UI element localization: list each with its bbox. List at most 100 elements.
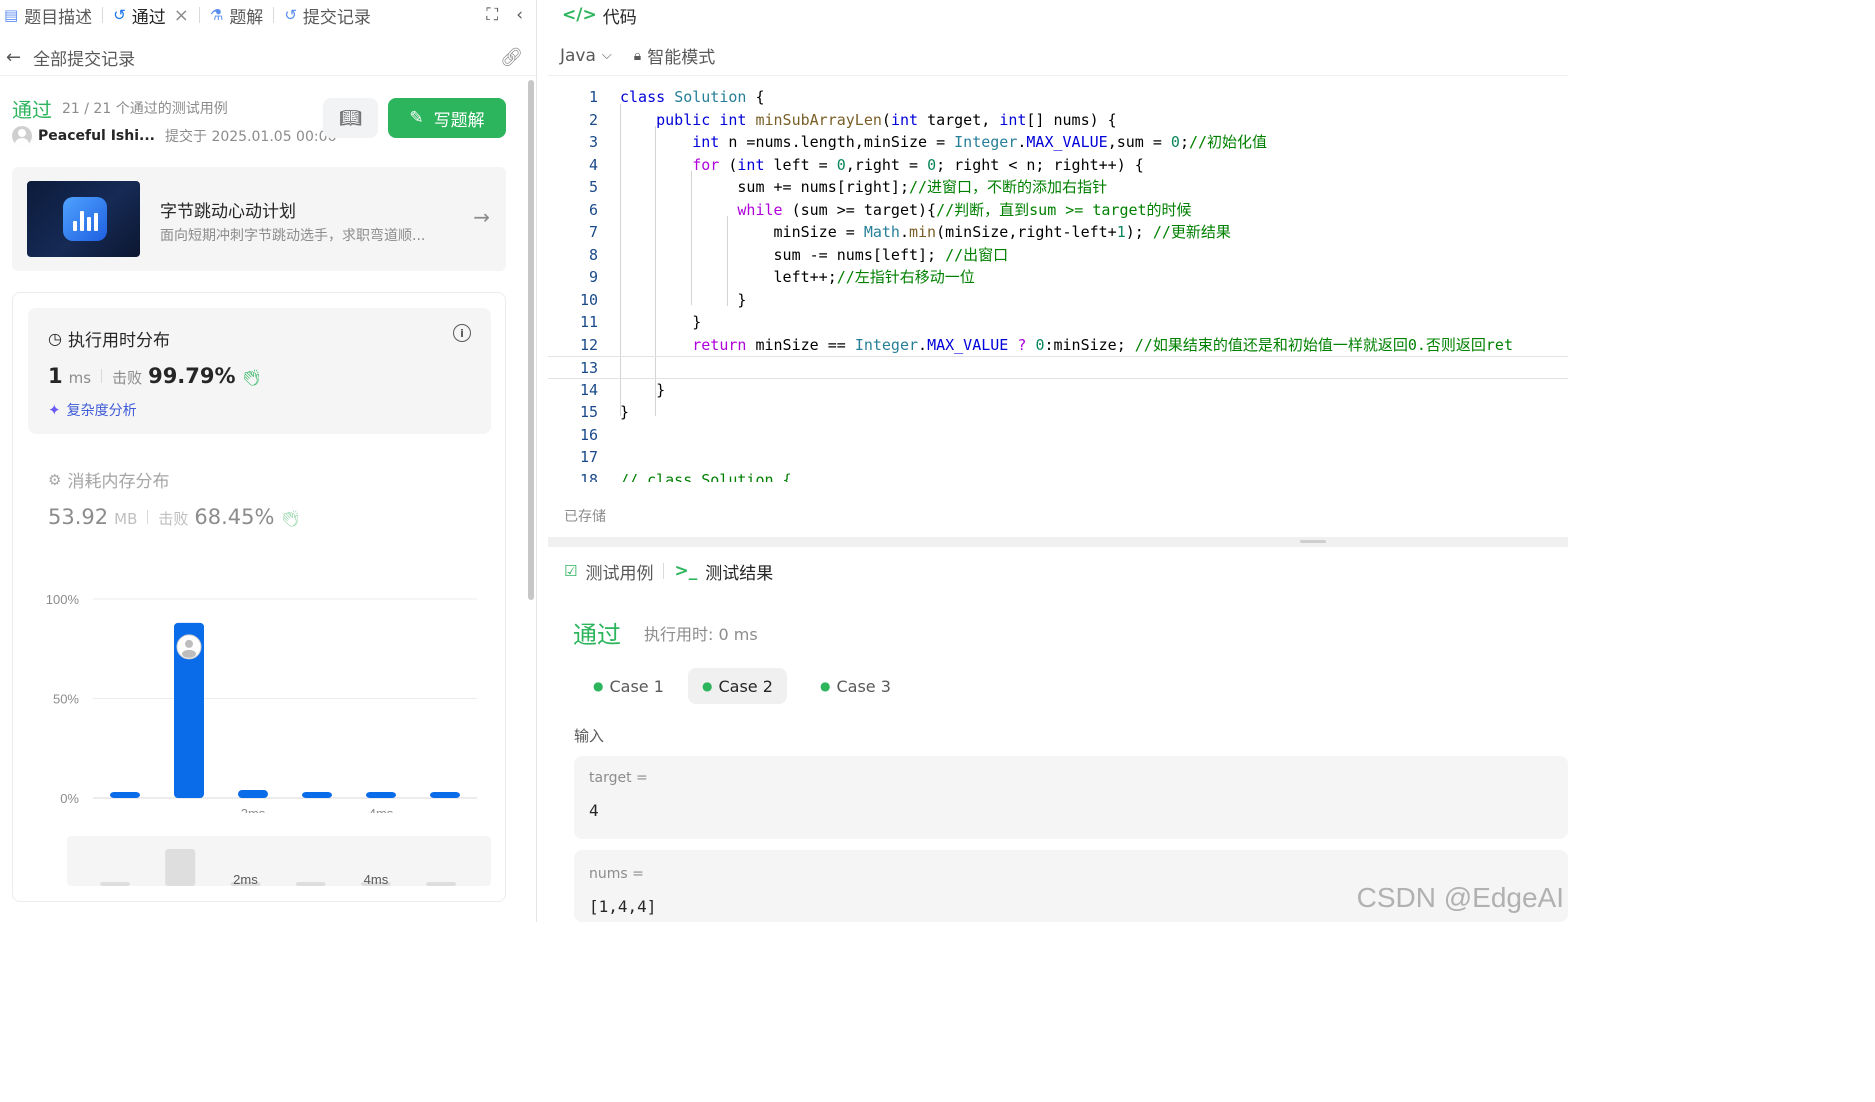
memory-beat-pct: 68.45% bbox=[194, 505, 275, 529]
expand-icon[interactable]: ⛶ bbox=[486, 5, 498, 25]
collapse-left-icon[interactable]: ‹ bbox=[516, 5, 523, 25]
runtime-distribution-chart[interactable]: 100% 50% 0% 2ms 4ms bbox=[35, 583, 495, 813]
chart-bar[interactable] bbox=[110, 792, 140, 798]
case-label: Case 2 bbox=[718, 676, 773, 696]
clap-icon: 👏︎ bbox=[241, 368, 262, 387]
code-editor[interactable]: 1 class Solution { 2 public int minSubArr… bbox=[548, 82, 1568, 482]
tab-test-result[interactable]: 测试结果 bbox=[705, 559, 773, 584]
all-submissions-link[interactable]: 全部提交记录 bbox=[33, 45, 135, 70]
case-tab-3[interactable]: ● Case 3 bbox=[806, 668, 905, 704]
splitter-handle[interactable] bbox=[1300, 540, 1326, 543]
code-line: 7 minSize = Math.min(minSize,right-left+… bbox=[588, 223, 1231, 241]
memory-title-label: 消耗内存分布 bbox=[67, 472, 170, 492]
stats-card: ◷ 执行用时分布 i 1 ms 击败 99.79% 👏︎ ✦ 复杂度分析 ⚙ 消… bbox=[12, 292, 506, 902]
range-bar bbox=[295, 882, 326, 886]
pass-dot-icon: ● bbox=[593, 679, 604, 693]
case-tab-1[interactable]: ● Case 1 bbox=[579, 668, 678, 704]
history-icon: ↺ bbox=[113, 6, 126, 24]
chart-bar[interactable] bbox=[430, 792, 460, 798]
code-toolbar: Java ⌵ 🔒︎ 智能模式 bbox=[548, 36, 1568, 76]
arrow-right-icon[interactable]: → bbox=[473, 205, 490, 229]
memory-title[interactable]: ⚙ 消耗内存分布 bbox=[48, 467, 170, 493]
memory-unit: MB bbox=[114, 510, 138, 528]
code-line: 14 } bbox=[579, 380, 666, 399]
param-name: target = bbox=[589, 770, 648, 786]
chart-bar[interactable] bbox=[302, 792, 332, 798]
smart-mode-toggle[interactable]: 智能模式 bbox=[647, 43, 715, 68]
tab-solutions[interactable]: ⚗ 题解 bbox=[206, 0, 267, 30]
range-bar bbox=[426, 882, 457, 886]
code-line: 3 int n =nums.length,minSize = Integer.M… bbox=[588, 133, 1268, 151]
write-solution-label: 写题解 bbox=[433, 110, 485, 131]
pass-dot-icon: ● bbox=[702, 679, 713, 693]
link-icon[interactable]: 🔗︎ bbox=[500, 47, 523, 68]
arrow-left-icon[interactable]: ← bbox=[6, 47, 21, 68]
tab-description-label: 题目描述 bbox=[24, 7, 93, 28]
chart-bar[interactable] bbox=[366, 792, 396, 798]
code-line: 4 for (int left = 0,right = 0; right < n… bbox=[588, 155, 1144, 174]
pass-dot-icon: ● bbox=[820, 679, 831, 693]
submission-result-header: 通过 21 / 21 个通过的测试用例 Peaceful Ishi... 提交于… bbox=[12, 92, 512, 152]
runtime-title-label: 执行用时分布 bbox=[67, 331, 170, 351]
case-tab-2[interactable]: ● Case 2 bbox=[688, 668, 787, 704]
submitter-info: Peaceful Ishi... 提交于 2025.01.05 00:06 bbox=[12, 126, 336, 146]
code-line: 2 public int minSubArrayLen(int target, … bbox=[588, 110, 1117, 129]
runtime-box[interactable]: ◷ 执行用时分布 i 1 ms 击败 99.79% 👏︎ ✦ 复杂度分析 bbox=[28, 308, 491, 434]
promo-title: 字节跳动心动计划 bbox=[160, 202, 296, 222]
runtime-beat-pct: 99.79% bbox=[148, 364, 236, 388]
left-tab-bar: ▤ 题目描述 ↺ 通过 × ⚗ 题解 ↺ 提交记录 ⛶ ‹ bbox=[0, 0, 537, 30]
memory-beat-label: 击败 bbox=[158, 510, 189, 528]
info-icon[interactable]: i bbox=[453, 324, 471, 342]
code-title: 代码 bbox=[602, 7, 637, 28]
divider bbox=[147, 510, 149, 524]
code-line: 15} bbox=[579, 403, 630, 421]
runtime-range-slider[interactable]: 2ms 4ms bbox=[67, 836, 491, 886]
write-solution-button[interactable]: ✎ 写题解 bbox=[388, 98, 506, 138]
tab-passed[interactable]: ↺ 通过 × bbox=[109, 0, 193, 30]
clap-icon: 👏︎ bbox=[280, 509, 301, 528]
result-tab-bar: ☑ 测试用例 >_ 测试结果 bbox=[564, 556, 773, 586]
case-label: Case 1 bbox=[609, 676, 664, 696]
tab-testcase[interactable]: 测试用例 bbox=[585, 559, 653, 584]
runtime-unit: ms bbox=[68, 369, 92, 387]
code-line: 11 } bbox=[579, 313, 702, 331]
close-icon[interactable]: × bbox=[174, 5, 189, 26]
avatar bbox=[12, 126, 32, 146]
flask-icon: ⚗ bbox=[209, 6, 224, 24]
memory-value: 53.92 bbox=[48, 505, 109, 529]
param-value[interactable]: 4 bbox=[589, 801, 599, 820]
bytedance-logo-icon bbox=[63, 197, 107, 241]
tab-separator bbox=[663, 563, 665, 579]
param-value[interactable]: [1,4,4] bbox=[589, 897, 656, 916]
testcase-count: 21 / 21 个通过的测试用例 bbox=[62, 101, 228, 117]
avatar-marker-body bbox=[182, 649, 196, 658]
chart-bar[interactable] bbox=[238, 790, 268, 798]
tab-passed-label: 通过 bbox=[131, 7, 166, 28]
memory-values: 53.92 MB 击败 68.45% 👏︎ bbox=[48, 505, 301, 529]
user-name[interactable]: Peaceful Ishi... bbox=[38, 128, 155, 144]
scrollbar-thumb[interactable] bbox=[528, 80, 534, 600]
tab-submissions-label: 提交记录 bbox=[302, 7, 371, 28]
param-name: nums = bbox=[589, 866, 644, 882]
tab-submissions[interactable]: ↺ 提交记录 bbox=[280, 0, 375, 30]
runtime-value: 1 bbox=[48, 364, 63, 388]
language-select[interactable]: Java bbox=[560, 46, 596, 66]
range-bar bbox=[165, 849, 196, 886]
code-header: </> 代码 bbox=[548, 0, 1568, 30]
left-scrollbar[interactable] bbox=[527, 80, 535, 600]
chip-icon: ⚙ bbox=[48, 470, 62, 489]
chevron-down-icon[interactable]: ⌵ bbox=[602, 48, 612, 63]
tab-description[interactable]: ▤ 题目描述 bbox=[0, 0, 96, 30]
promo-card[interactable]: 字节跳动心动计划 面向短期冲刺字节跳动选手，求职弯道顺... → bbox=[12, 167, 506, 271]
runtime-values: 1 ms 击败 99.79% 👏︎ bbox=[48, 364, 262, 388]
panel-splitter[interactable] bbox=[548, 537, 1568, 547]
complexity-label: 复杂度分析 bbox=[66, 403, 137, 419]
back-row: ← 全部提交记录 🔗︎ bbox=[0, 40, 537, 76]
watermark: CSDN @EdgeAI bbox=[1356, 882, 1564, 913]
exec-time: 执行用时: 0 ms bbox=[644, 625, 758, 644]
complexity-analysis-link[interactable]: ✦ 复杂度分析 bbox=[48, 400, 137, 420]
code-line: 1 class Solution { bbox=[588, 88, 765, 106]
tab-separator bbox=[198, 7, 200, 23]
range-label: 2ms bbox=[233, 872, 258, 886]
notes-button[interactable]: 📖︎ bbox=[323, 98, 378, 138]
